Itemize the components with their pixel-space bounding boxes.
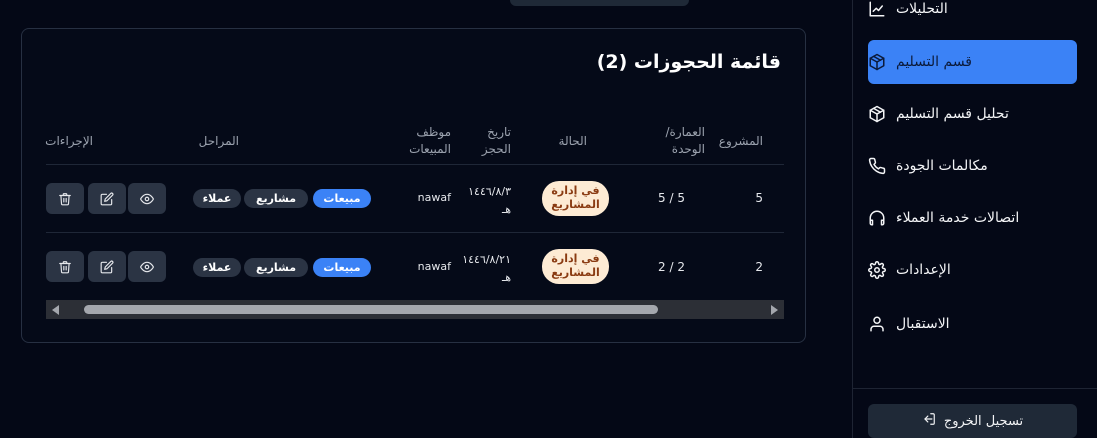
sidebar-item-analytics[interactable]: التحليلات xyxy=(868,0,1077,31)
cell-project: 2 xyxy=(755,260,763,274)
sidebar-item-delivery-analysis[interactable]: تحليل قسم التسليم xyxy=(868,92,1077,136)
cell-agent: nawaf xyxy=(417,260,451,273)
header-divider xyxy=(46,164,784,165)
scroll-right-arrow-icon[interactable] xyxy=(771,305,778,315)
horizontal-scrollbar[interactable] xyxy=(46,300,784,319)
scrollbar-thumb[interactable] xyxy=(84,305,658,314)
package-icon xyxy=(868,53,886,71)
scroll-left-arrow-icon[interactable] xyxy=(52,305,59,315)
sidebar: التحليلات قسم التسليم تحليل قسم التسليم … xyxy=(852,0,1097,438)
trash-icon xyxy=(59,192,71,205)
logout-icon xyxy=(922,412,936,430)
edit-button[interactable] xyxy=(88,183,126,214)
logout-label: تسجيل الخروج xyxy=(943,413,1024,429)
column-header-date: تاريخ الحجز xyxy=(481,125,511,156)
sidebar-item-reception[interactable]: الاستقبال xyxy=(868,302,1077,346)
sidebar-item-settings[interactable]: الإعدادات xyxy=(868,248,1077,292)
sidebar-item-delivery[interactable]: قسم التسليم xyxy=(868,40,1077,84)
sidebar-item-customer-service[interactable]: اتصالات خدمة العملاء xyxy=(868,196,1077,240)
cell-agent: nawaf xyxy=(417,191,451,204)
package-icon xyxy=(868,105,886,123)
sidebar-item-label: اتصالات خدمة العملاء xyxy=(896,210,1020,226)
sidebar-item-label: الإعدادات xyxy=(896,262,951,278)
trash-icon xyxy=(59,260,71,273)
stage-badge-customers: عملاء xyxy=(193,189,241,208)
stage-badge-customers: عملاء xyxy=(193,258,241,277)
sidebar-item-label: مكالمات الجودة xyxy=(896,158,988,174)
page-title: قائمة الحجوزات (2) xyxy=(596,51,781,73)
column-header-actions: الإجراءات xyxy=(45,134,93,148)
eye-icon xyxy=(140,193,154,204)
row-divider xyxy=(46,232,784,233)
cell-date: ١٤٤٦/٨/٣ هـ xyxy=(468,185,511,216)
sidebar-item-label: التحليلات xyxy=(896,1,948,17)
stage-badge-projects: مشاريع xyxy=(244,258,308,277)
sidebar-item-label: قسم التسليم xyxy=(896,54,972,70)
top-bar-stub xyxy=(510,0,689,6)
column-header-status: الحالة xyxy=(558,134,587,148)
logout-button[interactable]: تسجيل الخروج xyxy=(868,404,1077,438)
cell-unit: 5 / 5 xyxy=(658,191,685,205)
cell-project: 5 xyxy=(755,191,763,205)
cell-date: ١٤٤٦/٨/٢١ هـ xyxy=(462,253,511,284)
edit-icon xyxy=(100,192,114,205)
edit-icon xyxy=(100,260,114,273)
delete-button[interactable] xyxy=(46,251,84,282)
headphones-icon xyxy=(868,209,886,227)
sidebar-item-quality-calls[interactable]: مكالمات الجودة xyxy=(868,144,1077,188)
chart-line-icon xyxy=(868,0,886,18)
bookings-card: قائمة الحجوزات (2) المشروع العمارة/ الوح… xyxy=(21,28,806,343)
gear-icon xyxy=(868,261,886,279)
column-header-project: المشروع xyxy=(718,134,763,148)
sidebar-item-label: الاستقبال xyxy=(896,316,950,332)
stage-badge-projects: مشاريع xyxy=(244,189,308,208)
status-badge: في إدارة المشاريع xyxy=(542,249,609,284)
delete-button[interactable] xyxy=(46,183,84,214)
user-icon xyxy=(868,315,886,333)
stage-badge-sales: مبيعات xyxy=(313,189,371,208)
sidebar-item-label: تحليل قسم التسليم xyxy=(896,106,1009,122)
cell-unit: 2 / 2 xyxy=(658,260,685,274)
view-button[interactable] xyxy=(128,251,166,282)
stage-badge-sales: مبيعات xyxy=(313,258,371,277)
column-header-agent: موظف المبيعات xyxy=(409,125,451,156)
view-button[interactable] xyxy=(128,183,166,214)
column-header-stages: المراحل xyxy=(198,134,239,148)
eye-icon xyxy=(140,261,154,272)
column-header-unit: العمارة/ الوحدة xyxy=(665,125,706,156)
status-badge: في إدارة المشاريع xyxy=(542,181,609,216)
sidebar-divider xyxy=(853,388,1097,389)
edit-button[interactable] xyxy=(88,251,126,282)
phone-icon xyxy=(868,157,886,175)
